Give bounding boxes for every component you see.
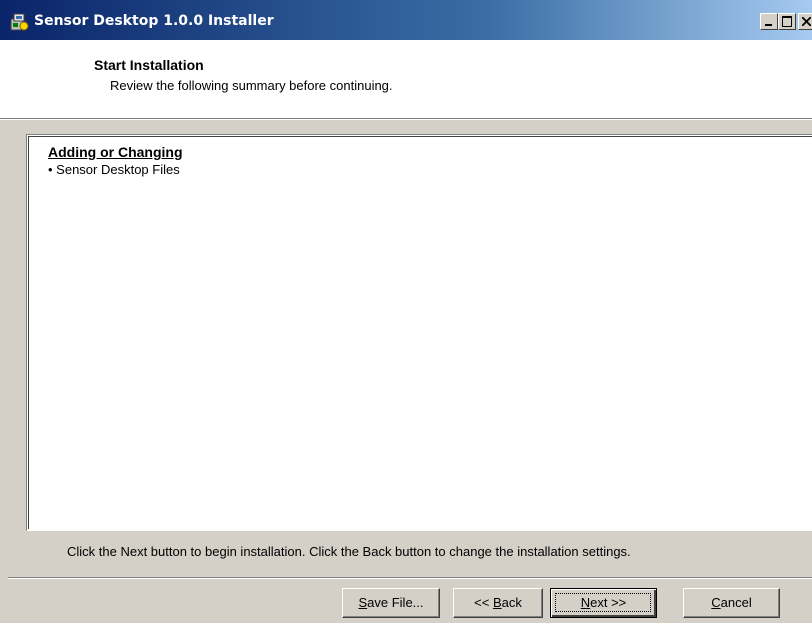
instruction-text: Click the Next button to begin installat… [67,544,631,559]
save-file-button[interactable]: Save File... [342,588,440,618]
focus-rectangle [555,593,651,612]
back-label: ack [501,595,522,610]
close-icon [802,17,811,26]
header-panel: Start Installation Review the following … [0,40,812,119]
maximize-button[interactable] [778,13,796,30]
back-mnemonic: B [492,595,502,610]
installer-window: Sensor Desktop 1.0.0 Installer Start Ins… [0,0,812,623]
back-button[interactable]: << Back [453,588,543,618]
cancel-label: ancel [720,595,752,610]
close-button[interactable] [798,13,812,30]
summary-item: • Sensor Desktop Files [48,162,180,177]
next-button[interactable]: Next >> [550,588,657,618]
summary-panel[interactable]: Adding or Changing • Sensor Desktop File… [26,134,812,531]
save-file-label: ave File... [367,595,424,610]
minimize-button[interactable] [760,13,778,30]
save-file-mnemonic: S [358,595,368,610]
button-separator [8,577,812,579]
header-divider [0,119,812,120]
back-prefix: << [474,595,493,610]
cancel-mnemonic: C [711,595,721,610]
page-subtitle: Review the following summary before cont… [110,78,393,93]
summary-heading: Adding or Changing [48,144,183,160]
page-title: Start Installation [94,57,204,73]
window-title: Sensor Desktop 1.0.0 Installer [34,13,274,29]
title-bar[interactable]: Sensor Desktop 1.0.0 Installer [0,0,812,40]
summary-panel-inner: Adding or Changing • Sensor Desktop File… [28,136,812,529]
installer-icon [8,11,30,33]
cancel-button[interactable]: Cancel [683,588,780,618]
